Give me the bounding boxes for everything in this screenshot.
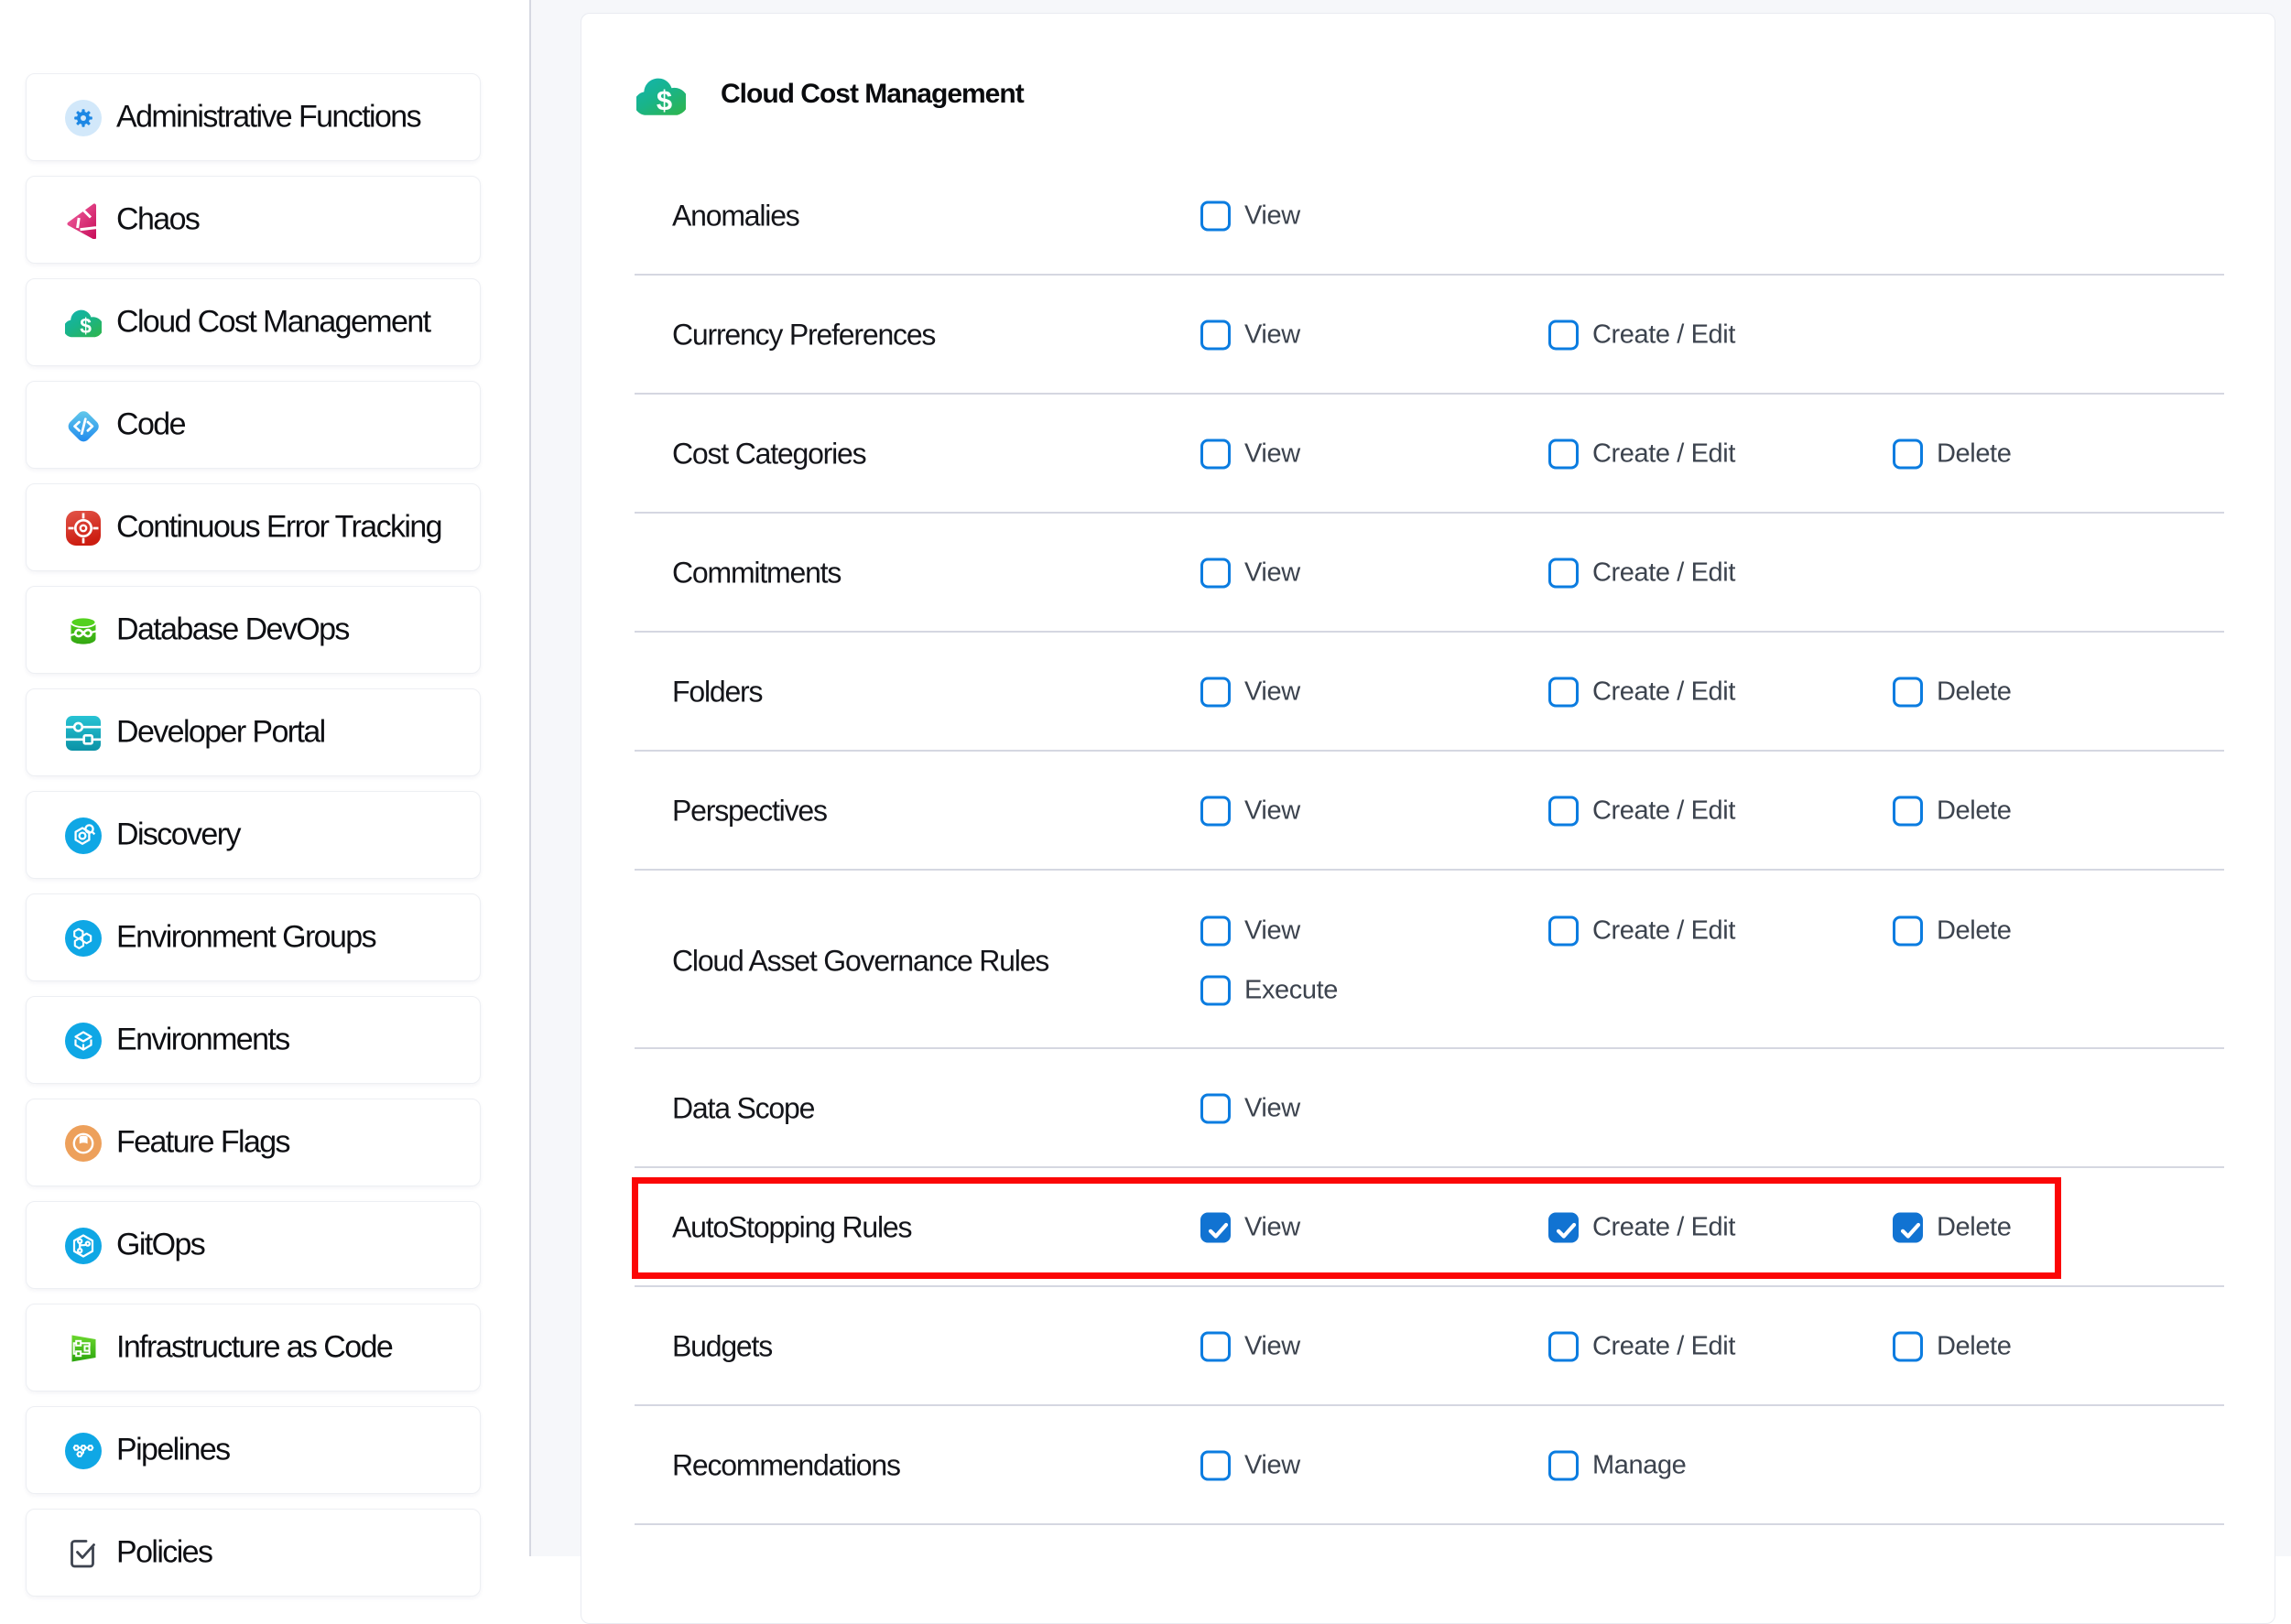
svg-text:$: $ [657, 84, 672, 115]
svg-text:$: $ [80, 314, 92, 337]
